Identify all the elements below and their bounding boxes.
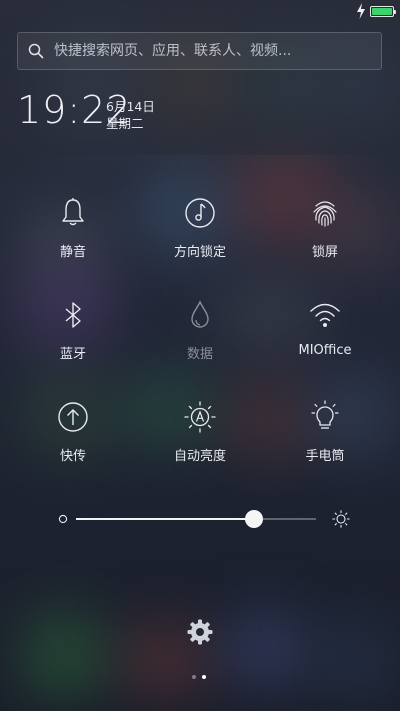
toggle-rotation-lock[interactable]: 方向锁定 bbox=[145, 196, 255, 276]
brightness-thumb[interactable] bbox=[244, 510, 263, 528]
search-bar[interactable] bbox=[17, 32, 382, 70]
toggle-bluetooth[interactable]: 蓝牙 bbox=[18, 298, 128, 378]
fingerprint-icon bbox=[313, 201, 337, 227]
page-indicator bbox=[190, 675, 210, 681]
search-icon bbox=[28, 43, 44, 59]
brightness-track-fill bbox=[76, 518, 254, 520]
clock-weekday: 星期二 bbox=[106, 116, 144, 131]
bell-icon bbox=[62, 198, 84, 226]
status-bar bbox=[0, 0, 400, 24]
brightness-track[interactable] bbox=[76, 510, 316, 528]
toggle-label: 锁屏 bbox=[311, 245, 338, 260]
search-input[interactable] bbox=[54, 33, 374, 69]
toggle-auto-brightness[interactable]: 自动亮度 bbox=[145, 400, 255, 480]
battery-icon bbox=[370, 6, 396, 17]
toggle-mute[interactable]: 静音 bbox=[18, 196, 128, 276]
toggle-quick-transfer[interactable]: 快传 bbox=[18, 400, 128, 480]
rotation-lock-icon bbox=[185, 198, 215, 228]
lightbulb-icon bbox=[311, 400, 339, 429]
toggle-label: MIOffice bbox=[298, 343, 352, 358]
toggle-label: 蓝牙 bbox=[59, 347, 86, 362]
battery-level-fill bbox=[372, 8, 392, 15]
toggle-lock-screen[interactable]: 锁屏 bbox=[270, 196, 380, 276]
toggle-label: 自动亮度 bbox=[173, 449, 226, 464]
toggle-wifi[interactable]: MIOffice bbox=[270, 298, 380, 378]
sun-icon bbox=[332, 510, 350, 528]
wifi-icon bbox=[310, 303, 340, 327]
toggle-flashlight[interactable]: 手电筒 bbox=[270, 400, 380, 480]
bluetooth-icon bbox=[65, 302, 81, 328]
upload-circle-icon bbox=[58, 402, 88, 432]
toggle-label: 静音 bbox=[59, 245, 86, 260]
dim-brightness-icon bbox=[58, 514, 68, 524]
gear-icon[interactable] bbox=[186, 618, 214, 646]
toggle-mobile-data[interactable]: 数据 bbox=[145, 298, 255, 378]
page-dot-active[interactable] bbox=[202, 675, 206, 679]
toggle-label: 数据 bbox=[186, 347, 213, 362]
page-dot[interactable] bbox=[192, 675, 196, 679]
droplet-icon bbox=[191, 300, 209, 328]
toggle-label: 快传 bbox=[59, 449, 86, 464]
toggle-label: 方向锁定 bbox=[173, 245, 226, 260]
brightness-slider[interactable] bbox=[56, 506, 350, 534]
toggle-label: 手电筒 bbox=[305, 449, 345, 464]
auto-brightness-icon bbox=[184, 401, 216, 433]
lightning-icon bbox=[357, 3, 365, 19]
